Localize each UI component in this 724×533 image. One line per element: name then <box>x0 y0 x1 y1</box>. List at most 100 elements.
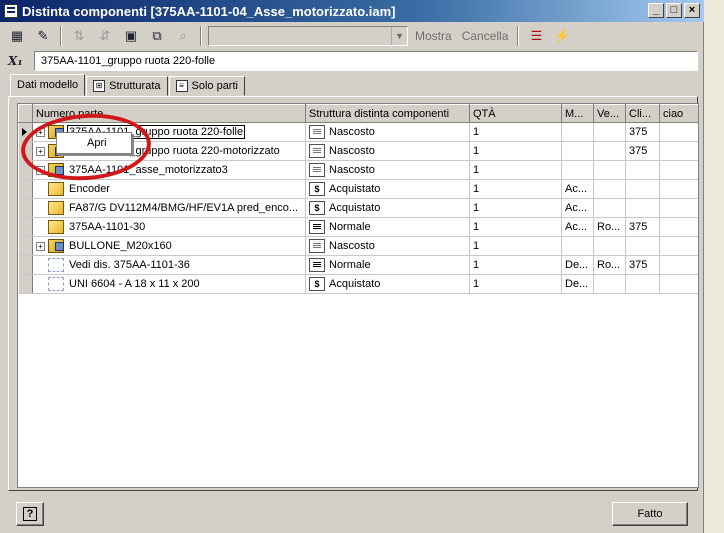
part-number-cell[interactable]: +375AA-1101_asse_motorizzato3 <box>32 160 306 180</box>
ciao-cell[interactable] <box>659 255 698 275</box>
merge-icon[interactable]: ⚡ <box>551 25 573 47</box>
mostra-button[interactable]: Mostra <box>412 29 455 43</box>
row-selector[interactable] <box>18 255 33 275</box>
view-icon[interactable]: ▦ <box>6 25 28 47</box>
column-header[interactable]: ciao <box>659 104 698 123</box>
table-row[interactable]: FA87/G DV112M4/BMG/HF/EV1A pred_enco... $… <box>18 198 698 218</box>
column-chooser-icon[interactable]: ☰ <box>525 25 547 47</box>
qty-cell[interactable]: 1 <box>469 179 562 199</box>
expand-icon[interactable]: + <box>36 146 45 156</box>
material-cell[interactable] <box>561 141 594 161</box>
part-number-cell[interactable]: FA87/G DV112M4/BMG/HF/EV1A pred_enco... <box>32 198 306 218</box>
maximize-button[interactable]: □ <box>666 3 682 18</box>
sort-ascending-icon[interactable]: ⇅ <box>68 25 90 47</box>
column-header[interactable]: Struttura distinta componenti <box>305 104 470 123</box>
qty-cell[interactable]: 1 <box>469 236 562 256</box>
ciao-cell[interactable] <box>659 122 698 142</box>
ciao-cell[interactable] <box>659 179 698 199</box>
tab-strutturata[interactable]: ⊞ Strutturata <box>86 76 168 96</box>
expression-field[interactable]: 375AA-1101_gruppo ruota 220-folle <box>34 51 698 71</box>
material-cell[interactable]: Ac... <box>561 217 594 237</box>
qty-cell[interactable]: 1 <box>469 255 562 275</box>
qty-cell[interactable]: 1 <box>469 160 562 180</box>
part-number-cell[interactable]: 375AA-1101-30 <box>32 217 306 237</box>
ciao-cell[interactable] <box>659 160 698 180</box>
ciao-cell[interactable] <box>659 217 698 237</box>
qty-cell[interactable]: 1 <box>469 217 562 237</box>
minimize-button[interactable]: _ <box>648 3 664 18</box>
context-menu-item-apri[interactable]: Apri <box>87 137 107 149</box>
column-header[interactable]: Cli... <box>625 104 660 123</box>
table-row[interactable]: + BULLONE_M20x160 Nascosto 1 <box>18 236 698 256</box>
row-selector[interactable] <box>18 179 33 199</box>
edit-icon[interactable]: ✎ <box>32 25 54 47</box>
column-header[interactable]: Ve... <box>593 104 626 123</box>
vendor-cell[interactable] <box>593 141 626 161</box>
close-button[interactable]: × <box>684 3 700 18</box>
bom-structure-cell[interactable]: Nascosto <box>305 160 470 180</box>
title-bar[interactable]: Distinta componenti [375AA-1101-04_Asse_… <box>0 0 704 22</box>
expand-icon[interactable]: + <box>36 165 45 175</box>
bom-structure-cell[interactable]: $ Acquistato <box>305 198 470 218</box>
part-number-cell[interactable]: + BULLONE_M20x160 <box>32 236 306 256</box>
tab-solo-parti[interactable]: ≡ Solo parti <box>168 76 245 96</box>
material-cell[interactable]: De... <box>561 255 594 275</box>
vendor-cell[interactable] <box>593 274 626 294</box>
row-selector[interactable] <box>18 160 33 180</box>
part-number-cell[interactable]: Vedi dis. 375AA-1101-36 <box>32 255 306 275</box>
material-cell[interactable]: De... <box>561 274 594 294</box>
table-row[interactable]: Vedi dis. 375AA-1101-36 Normale 1 De... Ro..… <box>18 255 698 275</box>
export-icon[interactable]: ⧉ <box>146 25 168 47</box>
help-button[interactable]: ? <box>16 502 44 526</box>
bom-structure-cell[interactable]: Nascosto <box>305 236 470 256</box>
client-cell[interactable]: 375 <box>625 217 660 237</box>
bom-structure-cell[interactable]: Nascosto <box>305 122 470 142</box>
table-row[interactable]: 375AA-1101-30 Normale 1 Ac... Ro... 375 <box>18 217 698 237</box>
part-number-cell[interactable]: Encoder <box>32 179 306 199</box>
column-header[interactable]: Numero parte <box>32 104 306 123</box>
vendor-cell[interactable]: Ro... <box>593 255 626 275</box>
cancella-button[interactable]: Cancella <box>459 29 512 43</box>
material-cell[interactable] <box>561 122 594 142</box>
row-selector[interactable] <box>18 122 33 142</box>
ciao-cell[interactable] <box>659 198 698 218</box>
client-cell[interactable] <box>625 198 660 218</box>
ciao-cell[interactable] <box>659 236 698 256</box>
client-cell[interactable] <box>625 160 660 180</box>
vendor-cell[interactable] <box>593 160 626 180</box>
qty-cell[interactable]: 1 <box>469 198 562 218</box>
bom-structure-cell[interactable]: $ Acquistato <box>305 274 470 294</box>
client-cell[interactable]: 375 <box>625 255 660 275</box>
vendor-cell[interactable] <box>593 198 626 218</box>
qty-cell[interactable]: 1 <box>469 122 562 142</box>
bom-structure-cell[interactable]: $ Acquistato <box>305 179 470 199</box>
find-icon[interactable]: ⌕ <box>172 25 194 47</box>
column-header[interactable]: M... <box>561 104 594 123</box>
client-cell[interactable] <box>625 274 660 294</box>
chevron-down-icon[interactable]: ▼ <box>391 27 407 45</box>
material-cell[interactable] <box>561 160 594 180</box>
vendor-cell[interactable]: Ro... <box>593 217 626 237</box>
client-cell[interactable]: 375 <box>625 122 660 142</box>
client-cell[interactable] <box>625 236 660 256</box>
row-selector[interactable] <box>18 236 33 256</box>
bom-structure-cell[interactable]: Nascosto <box>305 141 470 161</box>
sort-descending-icon[interactable]: ⇵ <box>94 25 116 47</box>
tab-dati-modello[interactable]: Dati modello <box>10 74 86 96</box>
client-cell[interactable] <box>625 179 660 199</box>
column-header[interactable]: QTÀ <box>469 104 562 123</box>
table-row[interactable]: +375AA-1101_asse_motorizzato3 Nascosto 1 <box>18 160 698 180</box>
part-number-cell[interactable]: UNI 6604 - A 18 x 11 x 200 <box>32 274 306 294</box>
material-cell[interactable]: Ac... <box>561 198 594 218</box>
vendor-cell[interactable] <box>593 236 626 256</box>
qty-cell[interactable]: 1 <box>469 274 562 294</box>
expand-icon[interactable]: + <box>36 241 45 251</box>
bom-structure-cell[interactable]: Normale <box>305 255 470 275</box>
bom-grid[interactable]: Numero parte Struttura distinta componen… <box>17 103 699 488</box>
material-cell[interactable] <box>561 236 594 256</box>
material-cell[interactable]: Ac... <box>561 179 594 199</box>
row-selector[interactable] <box>18 274 33 294</box>
vendor-cell[interactable] <box>593 122 626 142</box>
filter-combo[interactable]: ▼ <box>208 26 408 46</box>
row-selector[interactable] <box>18 198 33 218</box>
